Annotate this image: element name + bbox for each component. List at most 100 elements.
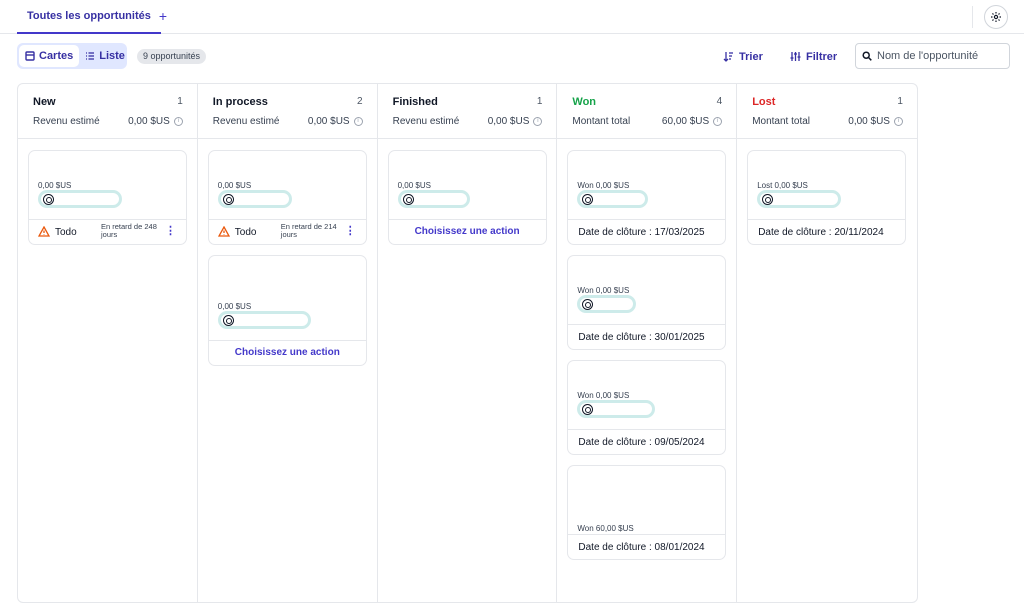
assignee-pill[interactable] [217,311,311,329]
filter-button[interactable]: Filtrer [790,49,837,64]
card-footer: Todo En retard de 248 jours ⋮ [29,220,186,244]
close-date: Date de clôture : 17/03/2025 [578,227,705,238]
info-icon[interactable]: i [173,117,183,126]
choose-action-button[interactable]: Choisissez une action [209,341,366,365]
search-box [855,43,1010,69]
warning-icon [38,226,50,237]
cards-view-button[interactable]: Cartes [19,45,80,67]
assignee-pill[interactable] [38,190,122,208]
column-amount: 0,00 $US i [488,116,543,127]
info-icon[interactable]: i [893,117,903,126]
user-avatar-icon [582,298,594,310]
sort-icon [723,52,733,62]
user-avatar-icon [222,314,234,326]
column-amount-value: 0,00 $US [128,116,170,127]
assignee-pill[interactable] [577,400,656,418]
info-icon[interactable]: i [533,117,543,126]
more-menu-icon[interactable]: ⋮ [345,226,356,237]
card-footer: Date de clôture : 30/01/2025 [568,325,725,349]
user-avatar-icon [222,193,234,205]
column-header: Lost 1 Montant total 0,00 $US i [737,84,917,139]
settings-button[interactable] [984,5,1008,29]
column-count: 4 [716,96,723,107]
card-body: 0,00 $US [29,151,186,220]
card-amount: 0,00 $US [217,302,252,311]
column-title: In process [212,96,268,108]
assignee-pill[interactable] [577,190,649,208]
close-date: Date de clôture : 30/01/2025 [578,332,705,343]
column-won: Won 4 Montant total 60,00 $US i Won 0,00 … [557,84,738,602]
info-icon[interactable]: i [713,117,723,126]
close-date: Date de clôture : 08/01/2024 [578,542,705,553]
card-body: 0,00 $US [208,151,366,220]
todo-label: Todo [234,227,257,238]
opportunity-card[interactable]: 0,00 $US Choisissez une action [207,255,367,366]
assignee-pill[interactable] [757,190,842,208]
divider [972,6,973,28]
close-date: Date de clôture : 20/11/2024 [758,227,884,238]
view-toggle: Cartes Liste [17,43,127,69]
column-title: New [33,96,56,108]
assignee-pill[interactable] [577,295,637,313]
column-new: New 1 Revenu estimé 0,00 $US i 0,00 $US T… [18,84,198,602]
column-amount: 0,00 $US i [308,116,363,127]
warning-icon [217,226,230,237]
card-amount: 0,00 $US [217,181,252,190]
sort-label: Trier [739,50,763,63]
search-icon [862,51,872,61]
opportunity-card[interactable]: Won 0,00 $US Date de clôture : 17/03/202… [567,150,727,245]
column-title: Finished [392,96,438,108]
card-footer: Date de clôture : 20/11/2024 [748,220,905,244]
add-tab-button[interactable]: + [155,8,171,24]
info-icon[interactable]: i [353,117,363,126]
column-sub-label: Montant total [572,116,631,127]
column-lost: Lost 1 Montant total 0,00 $US i Lost 0,00… [737,84,917,602]
todo-label: Todo [55,227,77,238]
opportunity-card[interactable]: Won 0,00 $US Date de clôture : 30/01/202… [567,255,727,350]
opportunity-card[interactable]: Lost 0,00 $US Date de clôture : 20/11/20… [747,150,907,245]
column-sub-label: Revenu estimé [392,116,460,127]
card-amount: 0,00 $US [38,181,72,190]
column-count: 1 [536,96,543,107]
column-amount-value: 0,00 $US [487,116,530,127]
late-text: En retard de 214 jours [280,222,337,239]
opportunity-card[interactable]: Won 0,00 $US Date de clôture : 09/05/202… [567,360,727,455]
card-body: Won 60,00 $US [568,466,726,535]
card-body: Lost 0,00 $US [748,151,906,220]
filter-icon [790,52,801,61]
more-menu-icon[interactable]: ⋮ [165,226,176,237]
card-footer: Date de clôture : 17/03/2025 [568,220,725,244]
assignee-pill[interactable] [397,190,470,208]
user-avatar-icon [43,193,54,205]
list-icon [86,52,95,60]
card-amount: Won 0,00 $US [577,391,630,400]
cards-icon [25,51,35,61]
choose-action-button[interactable]: Choisissez une action [389,220,546,244]
card-amount: Won 0,00 $US [577,286,630,295]
column-amount: 0,00 $US i [848,116,903,127]
column-amount-value: 60,00 $US [661,116,710,127]
column-finished: Finished 1 Revenu estimé 0,00 $US i 0,00 … [377,84,558,602]
opportunity-card[interactable]: 0,00 $US Choisissez une action [387,150,547,245]
card-footer: Choisissez une action [389,220,546,244]
tab-all-opportunities[interactable]: Toutes les opportunités [17,0,161,34]
column-sub-label: Revenu estimé [212,116,280,127]
card-body: 0,00 $US [208,256,366,341]
column-in-process: In process 2 Revenu estimé 0,00 $US i 0,0… [197,84,378,602]
column-title: Lost [752,96,776,108]
sort-button[interactable]: Trier [723,49,763,64]
opportunity-card[interactable]: 0,00 $US Todo En retard de 214 jours ⋮ [207,150,367,245]
column-amount: 60,00 $US i [661,116,723,127]
column-title: Won [572,96,597,108]
opportunity-card[interactable]: 0,00 $US Todo En retard de 248 jours ⋮ [28,150,187,245]
column-sub-label: Montant total [752,116,810,127]
assignee-pill[interactable] [217,190,292,208]
search-input[interactable] [877,50,997,62]
column-header: Won 4 Montant total 60,00 $US i [557,84,737,139]
column-count: 1 [177,96,183,107]
card-body: Won 0,00 $US [568,361,726,430]
list-view-button[interactable]: Liste [79,45,131,67]
opportunity-card[interactable]: Won 60,00 $US Date de clôture : 08/01/20… [567,465,727,560]
close-date: Date de clôture : 09/05/2024 [578,437,705,448]
card-body: Won 0,00 $US [568,151,726,220]
